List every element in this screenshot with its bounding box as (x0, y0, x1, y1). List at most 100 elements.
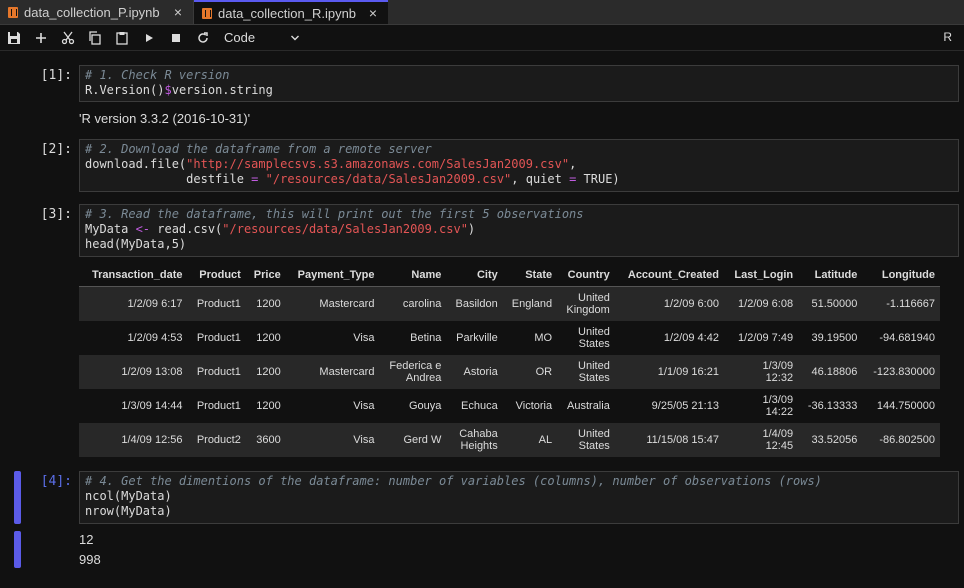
notebook-icon (202, 7, 212, 19)
table-header-row: Transaction_date Product Price Payment_Type… (79, 264, 940, 287)
table-cell-line: 1/1/09 16:21 (657, 366, 719, 378)
cell-prompt: [3]: (40, 207, 72, 222)
cell-prompt: [4]: (40, 474, 72, 489)
table-cell: 1/2/09 7:49 (723, 321, 799, 355)
table-cell-line: Federica e (389, 360, 442, 372)
tab-data-collection-p[interactable]: data_collection_P.ipynb × (0, 0, 194, 24)
cell-prompt: [1]: (40, 68, 72, 83)
table-cell: Australia (557, 389, 615, 423)
table-cell: AL (502, 423, 558, 457)
code-text: , quiet (511, 172, 570, 186)
table-cell-line: Visa (353, 400, 375, 412)
table-cell-line: 9/25/05 21:13 (651, 400, 719, 412)
code-text: R.Version() (85, 83, 165, 97)
table-cell-line: States (578, 372, 610, 384)
table-cell: 46.18806 (798, 355, 863, 389)
run-icon[interactable] (135, 25, 162, 50)
close-icon[interactable]: × (366, 5, 380, 21)
paste-icon[interactable] (108, 25, 135, 50)
add-icon[interactable] (27, 25, 54, 50)
stop-icon[interactable] (162, 25, 189, 50)
table-cell-line: 46.18806 (811, 366, 858, 378)
table-cell: Cahaba Heights (446, 423, 503, 457)
table-cell-line: 1/2/09 7:49 (738, 332, 794, 344)
table-cell-line: 144.750000 (876, 400, 935, 412)
tab-label: data_collection_R.ipynb (218, 5, 357, 21)
table-header-cell: Transaction_date (79, 264, 188, 287)
table-cell-line: AL (538, 434, 553, 446)
table-cell: Victoria (502, 389, 558, 423)
code-editor[interactable]: # 2. Download the dataframe from a remot… (79, 139, 959, 192)
code-text: ncol(MyData) (85, 489, 172, 503)
table-cell: 1/3/09 12:32 (723, 355, 799, 389)
save-icon[interactable] (0, 25, 27, 50)
code-text: read.csv( (150, 222, 223, 236)
tab-data-collection-r[interactable]: data_collection_R.ipynb × (194, 0, 388, 24)
table-cell-line: 1/2/09 4:42 (663, 332, 719, 344)
table-cell: 1/4/09 12:56 (79, 423, 188, 457)
cell-prompt: [2]: (40, 142, 72, 157)
code-editor[interactable]: # 1. Check R version R.Version()$version… (79, 65, 959, 102)
code-operator: = (251, 172, 259, 186)
table-cell-line: Product1 (196, 400, 241, 412)
table-header-cell: Latitude (798, 264, 863, 287)
table-cell-line: OR (535, 366, 553, 378)
table-cell: 144.750000 (862, 389, 940, 423)
table-header-cell: State (502, 264, 558, 287)
table-cell-line: 1200 (256, 366, 281, 378)
table-cell: Gouya (379, 389, 447, 423)
code-comment: # 2. Download the dataframe from a remot… (85, 142, 432, 156)
table-cell-line: Echuca (461, 400, 498, 412)
code-editor[interactable]: # 3. Read the dataframe, this will print… (79, 204, 959, 257)
table-cell-line: 1/2/09 6:08 (738, 298, 794, 310)
table-cell-line: Product2 (196, 434, 241, 446)
cell-type-select[interactable]: Code (224, 30, 300, 45)
table-cell: carolina (379, 286, 447, 321)
table-row: 1/2/09 13:08 Product1 1200 Mastercard Federi… (79, 355, 940, 389)
table-cell: -86.802500 (862, 423, 940, 457)
table-cell-line: 1/2/09 4:53 (127, 332, 183, 344)
close-icon[interactable]: × (171, 4, 185, 20)
copy-icon[interactable] (81, 25, 108, 50)
table-cell-line: Basildon (455, 298, 498, 310)
table-cell: MO (502, 321, 558, 355)
table-cell-line: Parkville (456, 332, 498, 344)
table-cell-line: 39.19500 (811, 332, 858, 344)
table-cell: Federica e Andrea (379, 355, 447, 389)
kernel-name[interactable]: R (943, 30, 952, 44)
output-selection-bar[interactable] (14, 531, 21, 568)
code-text: MyData (85, 222, 136, 236)
code-text: destfile (85, 172, 252, 186)
table-cell-line: Australia (567, 400, 610, 412)
code-text: ) (467, 222, 476, 236)
table-cell-line: 12:32 (765, 372, 794, 384)
cut-icon[interactable] (54, 25, 81, 50)
table-cell-line: Mastercard (319, 298, 375, 310)
table-header-cell: Payment_Type (285, 264, 380, 287)
table-cell-line: 1200 (256, 400, 281, 412)
table-cell: 33.52056 (798, 423, 863, 457)
table-header-cell: Product (187, 264, 246, 287)
restart-icon[interactable] (189, 25, 216, 50)
table-header-cell: Price (245, 264, 286, 287)
table-cell-line: Product1 (196, 298, 241, 310)
table-cell: 1/2/09 6:00 (614, 286, 724, 321)
table-cell: Parkville (446, 321, 503, 355)
table-cell: 1/2/09 13:08 (79, 355, 188, 389)
code-text: , (569, 157, 577, 171)
table-cell-line: 14:22 (765, 406, 794, 418)
code-editor[interactable]: # 4. Get the dimentions of the dataframe… (79, 471, 959, 524)
table-cell: 1/2/09 6:17 (79, 286, 188, 321)
table-cell: -1.116667 (862, 286, 940, 321)
tab-label: data_collection_P.ipynb (24, 4, 160, 20)
table-cell: Mastercard (285, 286, 380, 321)
table-cell-line: -36.13333 (807, 400, 858, 412)
table-cell: 1200 (245, 286, 286, 321)
table-cell: 51.50000 (798, 286, 863, 321)
table-header-cell: Last_Login (723, 264, 799, 287)
table-row: 1/3/09 14:44 Product1 1200 Visa Gouya Echuca V… (79, 389, 940, 423)
table-cell-line: Kingdom (566, 304, 610, 316)
table-cell-line: Product1 (196, 332, 241, 344)
code-operator: $ (164, 83, 172, 97)
notebook-icon (8, 6, 18, 18)
